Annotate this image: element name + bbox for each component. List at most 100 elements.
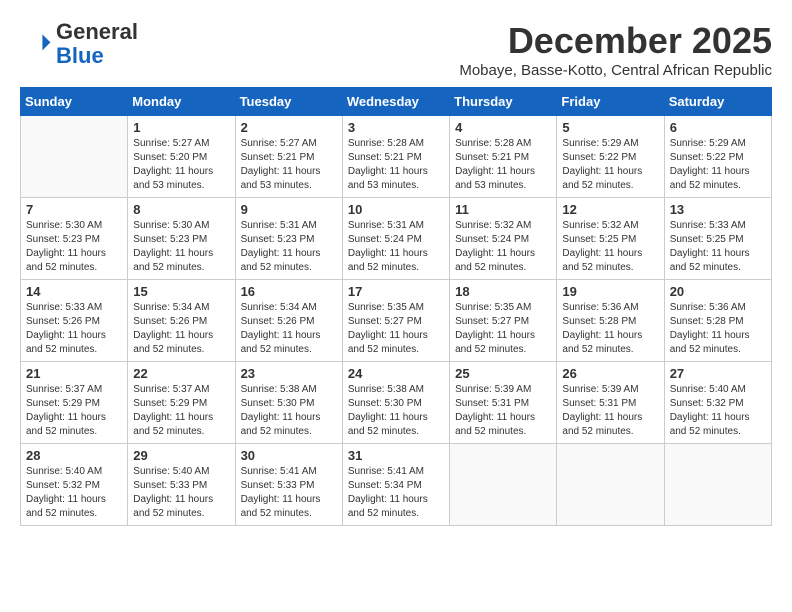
- day-info: Sunrise: 5:37 AM Sunset: 5:29 PM Dayligh…: [26, 383, 122, 439]
- calendar-cell: 9 Sunrise: 5:31 AM Sunset: 5:23 PM Daylig…: [235, 198, 342, 280]
- logo-general: General: [56, 19, 138, 44]
- day-info: Sunrise: 5:38 AM Sunset: 5:30 PM Dayligh…: [348, 383, 444, 439]
- calendar-cell: [450, 444, 557, 526]
- calendar-cell: 16 Sunrise: 5:34 AM Sunset: 5:26 PM Dayli…: [235, 280, 342, 362]
- calendar-table: SundayMondayTuesdayWednesdayThursdayFrid…: [20, 87, 772, 526]
- day-info: Sunrise: 5:31 AM Sunset: 5:23 PM Dayligh…: [241, 219, 337, 275]
- calendar-cell: [21, 116, 128, 198]
- calendar-cell: 12 Sunrise: 5:32 AM Sunset: 5:25 PM Dayli…: [557, 198, 664, 280]
- day-info: Sunrise: 5:32 AM Sunset: 5:25 PM Dayligh…: [562, 219, 658, 275]
- calendar-week-row: 21Sunrise: 5:37 AM Sunset: 5:29 PM Dayli…: [21, 362, 772, 444]
- day-info: Sunrise: 5:27 AM Sunset: 5:21 PM Dayligh…: [241, 137, 337, 193]
- day-number: 30: [241, 448, 337, 463]
- day-info: Sunrise: 5:33 AM Sunset: 5:26 PM Dayligh…: [26, 301, 122, 357]
- day-info: Sunrise: 5:31 AM Sunset: 5:24 PM Dayligh…: [348, 219, 444, 275]
- day-info: Sunrise: 5:41 AM Sunset: 5:33 PM Dayligh…: [241, 465, 337, 521]
- logo: General Blue: [20, 20, 138, 68]
- calendar-cell: 24 Sunrise: 5:38 AM Sunset: 5:30 PM Dayli…: [342, 362, 449, 444]
- calendar-cell: 7 Sunrise: 5:30 AM Sunset: 5:23 PM Daylig…: [21, 198, 128, 280]
- day-number: 29: [133, 448, 229, 463]
- day-number: 2: [241, 120, 337, 135]
- day-info: Sunrise: 5:28 AM Sunset: 5:21 PM Dayligh…: [348, 137, 444, 193]
- calendar-cell: 26 Sunrise: 5:39 AM Sunset: 5:31 PM Dayli…: [557, 362, 664, 444]
- calendar-cell: 15Sunrise: 5:34 AM Sunset: 5:26 PM Dayli…: [128, 280, 235, 362]
- day-number: 24: [348, 366, 444, 381]
- day-number: 4: [455, 120, 551, 135]
- day-info: Sunrise: 5:30 AM Sunset: 5:23 PM Dayligh…: [133, 219, 229, 275]
- day-number: 19: [562, 284, 658, 299]
- calendar-cell: 18 Sunrise: 5:35 AM Sunset: 5:27 PM Dayli…: [450, 280, 557, 362]
- calendar-header-tuesday: Tuesday: [235, 88, 342, 116]
- day-number: 5: [562, 120, 658, 135]
- day-info: Sunrise: 5:29 AM Sunset: 5:22 PM Dayligh…: [670, 137, 766, 193]
- day-info: Sunrise: 5:39 AM Sunset: 5:31 PM Dayligh…: [455, 383, 551, 439]
- day-info: Sunrise: 5:37 AM Sunset: 5:29 PM Dayligh…: [133, 383, 229, 439]
- day-number: 16: [241, 284, 337, 299]
- day-number: 22: [133, 366, 229, 381]
- day-info: Sunrise: 5:41 AM Sunset: 5:34 PM Dayligh…: [348, 465, 444, 521]
- calendar-cell: 22 Sunrise: 5:37 AM Sunset: 5:29 PM Dayli…: [128, 362, 235, 444]
- calendar-cell: [557, 444, 664, 526]
- calendar-cell: 23Sunrise: 5:38 AM Sunset: 5:30 PM Dayli…: [235, 362, 342, 444]
- calendar-cell: 21Sunrise: 5:37 AM Sunset: 5:29 PM Dayli…: [21, 362, 128, 444]
- calendar-header-saturday: Saturday: [664, 88, 771, 116]
- calendar-cell: 30 Sunrise: 5:41 AM Sunset: 5:33 PM Dayli…: [235, 444, 342, 526]
- calendar-cell: 8 Sunrise: 5:30 AM Sunset: 5:23 PM Daylig…: [128, 198, 235, 280]
- day-number: 27: [670, 366, 766, 381]
- day-number: 13: [670, 202, 766, 217]
- calendar-header-thursday: Thursday: [450, 88, 557, 116]
- calendar-cell: 6 Sunrise: 5:29 AM Sunset: 5:22 PM Daylig…: [664, 116, 771, 198]
- day-info: Sunrise: 5:28 AM Sunset: 5:21 PM Dayligh…: [455, 137, 551, 193]
- day-info: Sunrise: 5:35 AM Sunset: 5:27 PM Dayligh…: [348, 301, 444, 357]
- day-number: 12: [562, 202, 658, 217]
- calendar-cell: 11 Sunrise: 5:32 AM Sunset: 5:24 PM Dayli…: [450, 198, 557, 280]
- day-info: Sunrise: 5:40 AM Sunset: 5:32 PM Dayligh…: [670, 383, 766, 439]
- calendar-cell: 3Sunrise: 5:28 AM Sunset: 5:21 PM Daylig…: [342, 116, 449, 198]
- day-number: 10: [348, 202, 444, 217]
- day-number: 1: [133, 120, 229, 135]
- calendar-header-row: SundayMondayTuesdayWednesdayThursdayFrid…: [21, 88, 772, 116]
- day-number: 6: [670, 120, 766, 135]
- calendar-cell: 31 Sunrise: 5:41 AM Sunset: 5:34 PM Dayli…: [342, 444, 449, 526]
- logo-icon: [20, 28, 52, 60]
- calendar-cell: 28Sunrise: 5:40 AM Sunset: 5:32 PM Dayli…: [21, 444, 128, 526]
- calendar-header-monday: Monday: [128, 88, 235, 116]
- day-info: Sunrise: 5:27 AM Sunset: 5:20 PM Dayligh…: [133, 137, 229, 193]
- day-number: 23: [241, 366, 337, 381]
- title-block: December 2025 Mobaye, Basse-Kotto, Centr…: [459, 20, 772, 79]
- calendar-cell: [664, 444, 771, 526]
- calendar-cell: 4 Sunrise: 5:28 AM Sunset: 5:21 PM Daylig…: [450, 116, 557, 198]
- calendar-cell: 5Sunrise: 5:29 AM Sunset: 5:22 PM Daylig…: [557, 116, 664, 198]
- day-info: Sunrise: 5:40 AM Sunset: 5:33 PM Dayligh…: [133, 465, 229, 521]
- day-number: 20: [670, 284, 766, 299]
- calendar-cell: 2 Sunrise: 5:27 AM Sunset: 5:21 PM Daylig…: [235, 116, 342, 198]
- calendar-cell: 10 Sunrise: 5:31 AM Sunset: 5:24 PM Dayli…: [342, 198, 449, 280]
- day-number: 17: [348, 284, 444, 299]
- day-number: 26: [562, 366, 658, 381]
- calendar-cell: 29 Sunrise: 5:40 AM Sunset: 5:33 PM Dayli…: [128, 444, 235, 526]
- logo-blue: Blue: [56, 43, 104, 68]
- day-number: 28: [26, 448, 122, 463]
- calendar-cell: 27 Sunrise: 5:40 AM Sunset: 5:32 PM Dayli…: [664, 362, 771, 444]
- calendar-header-wednesday: Wednesday: [342, 88, 449, 116]
- day-number: 25: [455, 366, 551, 381]
- day-number: 31: [348, 448, 444, 463]
- day-number: 9: [241, 202, 337, 217]
- month-title: December 2025: [459, 20, 772, 62]
- calendar-week-row: 14Sunrise: 5:33 AM Sunset: 5:26 PM Dayli…: [21, 280, 772, 362]
- day-number: 7: [26, 202, 122, 217]
- day-info: Sunrise: 5:36 AM Sunset: 5:28 PM Dayligh…: [562, 301, 658, 357]
- day-info: Sunrise: 5:30 AM Sunset: 5:23 PM Dayligh…: [26, 219, 122, 275]
- day-number: 8: [133, 202, 229, 217]
- calendar-cell: 13Sunrise: 5:33 AM Sunset: 5:25 PM Dayli…: [664, 198, 771, 280]
- day-number: 18: [455, 284, 551, 299]
- calendar-week-row: 7 Sunrise: 5:30 AM Sunset: 5:23 PM Daylig…: [21, 198, 772, 280]
- day-info: Sunrise: 5:32 AM Sunset: 5:24 PM Dayligh…: [455, 219, 551, 275]
- day-info: Sunrise: 5:34 AM Sunset: 5:26 PM Dayligh…: [241, 301, 337, 357]
- calendar-header-sunday: Sunday: [21, 88, 128, 116]
- day-number: 11: [455, 202, 551, 217]
- day-info: Sunrise: 5:35 AM Sunset: 5:27 PM Dayligh…: [455, 301, 551, 357]
- day-info: Sunrise: 5:39 AM Sunset: 5:31 PM Dayligh…: [562, 383, 658, 439]
- calendar-cell: 14Sunrise: 5:33 AM Sunset: 5:26 PM Dayli…: [21, 280, 128, 362]
- calendar-cell: 1 Sunrise: 5:27 AM Sunset: 5:20 PM Daylig…: [128, 116, 235, 198]
